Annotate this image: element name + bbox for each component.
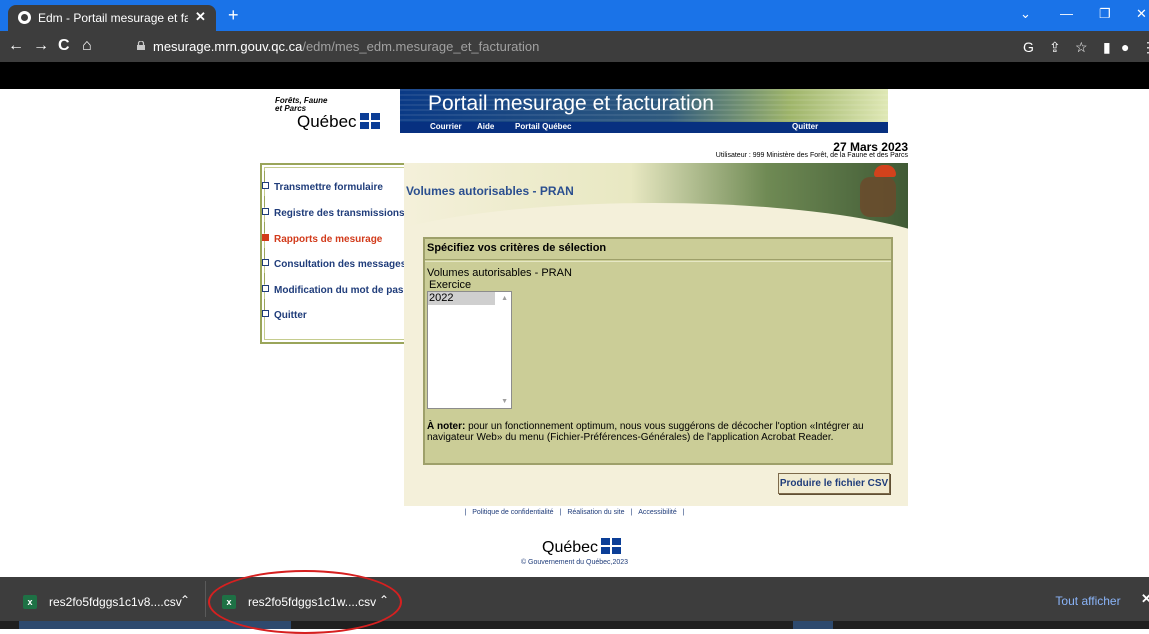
browser-tab[interactable]: Edm - Portail mesurage et facturation ✕: [8, 5, 216, 31]
footer-links: | Politique de confidentialité | Réalisa…: [0, 509, 1149, 516]
bookmarks-band: [0, 62, 1149, 89]
menu-divider: [264, 196, 277, 207]
sidebar-item-consultation[interactable]: Consultation des messages: [262, 259, 406, 270]
red-ellipse-annotation: [208, 570, 402, 634]
sidebar-item-mot-de-passe[interactable]: Modification du mot de passe: [262, 285, 415, 296]
close-window-icon[interactable]: ✕: [1136, 6, 1147, 22]
user-info: Utilisateur : 999 Ministère des Forêt, d…: [715, 152, 908, 159]
menu-divider: [264, 273, 277, 284]
show-all-button[interactable]: Tout afficher: [1047, 587, 1129, 615]
taskbar-strip: [0, 621, 1149, 629]
link-portail-quebec[interactable]: Portail Québec: [515, 122, 571, 131]
tab-search-icon[interactable]: ⌄: [1020, 6, 1031, 22]
ministry-name: Forêts, Faune et Parcs: [275, 96, 328, 113]
portal-title: Portail mesurage et facturation: [428, 92, 714, 115]
share-icon[interactable]: ⇪: [1049, 39, 1061, 56]
link-aide[interactable]: Aide: [477, 122, 494, 131]
download-separator: [205, 581, 206, 617]
main-content: Volumes autorisables - PRAN Spécifiez vo…: [404, 163, 908, 506]
footer-separator: |: [559, 509, 562, 516]
sidebar-item-quitter[interactable]: Quitter: [262, 310, 307, 321]
listbox-option-2022[interactable]: 2022: [428, 292, 495, 305]
new-tab-button[interactable]: +: [228, 5, 239, 26]
menu-divider: [264, 299, 277, 310]
criteria-divider: [425, 261, 891, 262]
sidebar-menu: Transmettre formulaire Registre des tran…: [260, 163, 415, 344]
home-icon[interactable]: ⌂: [82, 37, 92, 55]
square-bullet-icon: [262, 182, 269, 189]
hard-hat-image: [874, 165, 896, 177]
footer-quebec-logo: Québec: [542, 538, 622, 557]
square-bullet-icon: [262, 285, 269, 292]
square-bullet-icon: [262, 310, 269, 317]
portal-banner: Portail mesurage et facturation Courrier…: [400, 89, 888, 133]
square-bullet-icon: [262, 234, 269, 241]
close-downloads-icon[interactable]: ✕: [1141, 591, 1149, 607]
report-name: Volumes autorisables - PRAN: [427, 267, 572, 279]
download-item[interactable]: x res2fo5fdggs1c1v8....csv ⌃: [23, 587, 198, 617]
sidebar-item-rapports[interactable]: Rapports de mesurage: [262, 234, 382, 245]
scroll-down-icon[interactable]: ▼: [501, 398, 508, 405]
copyright: © Gouvernement du Québec,2023: [520, 559, 629, 566]
acrobat-note: À noter: pour un fonctionnement optimum,…: [427, 421, 864, 443]
quebec-logo: Québec: [297, 112, 380, 132]
link-politique-confidentialite[interactable]: Politique de confidentialité: [470, 509, 555, 516]
quebec-flag-icon: [359, 113, 380, 129]
link-accessibilite[interactable]: Accessibilité: [636, 509, 679, 516]
content-header: Volumes autorisables - PRAN: [404, 163, 908, 237]
side-panel-icon[interactable]: ▮: [1103, 39, 1111, 56]
minimize-icon[interactable]: —: [1060, 6, 1073, 21]
browser-toolbar: ← → C ⌂ mesurage.mrn.gouv.qc.ca/edm/mes_…: [0, 31, 1149, 62]
link-quitter[interactable]: Quitter: [792, 122, 818, 131]
forward-icon[interactable]: →: [33, 37, 49, 55]
footer-separator: |: [630, 509, 633, 516]
restore-icon[interactable]: ❐: [1099, 6, 1111, 22]
quebec-flag-icon: [601, 538, 622, 554]
profile-icon[interactable]: ●: [1121, 39, 1129, 55]
lock-icon: [137, 41, 145, 50]
excel-file-icon: x: [23, 595, 37, 609]
chevron-up-icon[interactable]: ⌃: [180, 593, 190, 607]
taskbar-item[interactable]: [793, 621, 833, 629]
menu-divider: [264, 171, 277, 182]
site-header: Forêts, Faune et Parcs Québec Portail me…: [260, 89, 908, 159]
footer-separator: |: [464, 509, 467, 516]
criteria-title: Spécifiez vos critères de sélection: [427, 242, 607, 254]
url-text: mesurage.mrn.gouv.qc.ca/edm/mes_edm.mesu…: [153, 39, 540, 54]
address-bar[interactable]: mesurage.mrn.gouv.qc.ca/edm/mes_edm.mesu…: [120, 35, 1000, 58]
back-icon[interactable]: ←: [8, 37, 24, 55]
tab-close-button[interactable]: ✕: [195, 9, 206, 25]
browser-tab-bar: Edm - Portail mesurage et facturation ✕ …: [0, 0, 1149, 31]
google-icon[interactable]: G: [1023, 39, 1034, 55]
exercise-label: Exercice: [429, 279, 472, 291]
link-courrier[interactable]: Courrier: [430, 122, 462, 131]
square-bullet-icon: [262, 259, 269, 266]
menu-divider: [264, 222, 277, 233]
forest-worker-image: [860, 177, 896, 217]
footer-separator: |: [682, 509, 685, 516]
page-title: Volumes autorisables - PRAN: [406, 184, 574, 198]
tab-title: Edm - Portail mesurage et facturation: [38, 11, 188, 25]
menu-divider: [264, 248, 277, 259]
link-realisation-site[interactable]: Réalisation du site: [565, 509, 626, 516]
sidebar-item-transmettre[interactable]: Transmettre formulaire: [262, 182, 383, 193]
square-bullet-icon: [262, 208, 269, 215]
bookmark-star-icon[interactable]: ☆: [1075, 39, 1088, 56]
produce-csv-button[interactable]: Produire le fichier CSV: [778, 473, 890, 494]
menu-dots-icon[interactable]: ⋮: [1141, 39, 1149, 56]
globe-icon: [18, 11, 31, 24]
scroll-up-icon[interactable]: ▲: [501, 295, 508, 302]
criteria-header: Spécifiez vos critères de sélection: [425, 239, 891, 260]
banner-links: Courrier Aide Portail Québec Quitter: [400, 122, 888, 133]
criteria-panel: Spécifiez vos critères de sélection Volu…: [423, 237, 893, 465]
reload-icon[interactable]: C: [58, 37, 70, 55]
exercise-listbox[interactable]: 2022 ▲ ▼: [427, 291, 512, 409]
sidebar-item-registre[interactable]: Registre des transmissions: [262, 208, 405, 219]
download-filename: res2fo5fdggs1c1v8....csv: [49, 595, 182, 609]
